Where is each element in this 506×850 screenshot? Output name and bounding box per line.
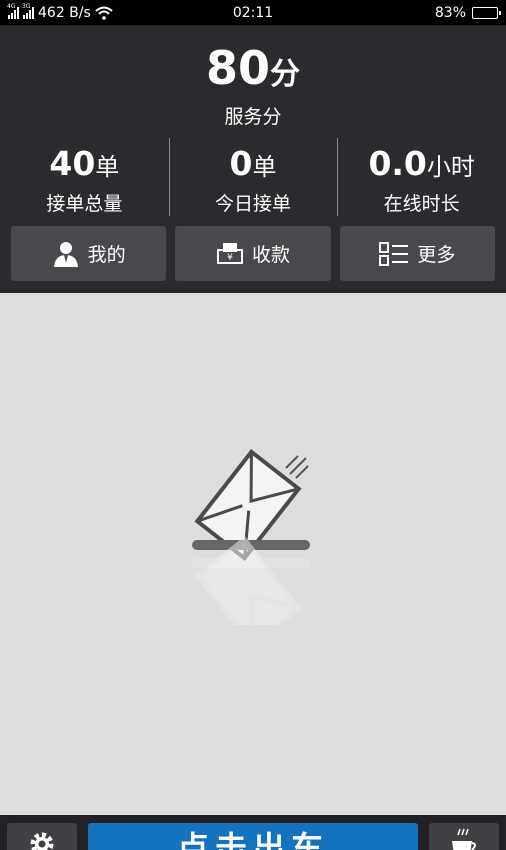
battery-icon xyxy=(472,6,501,19)
start-driving-button[interactable]: 点击出车 xyxy=(88,823,418,850)
network-type-1: 4G xyxy=(7,2,16,10)
stat-today-orders: 0单 今日接单 xyxy=(168,138,338,218)
settings-button[interactable] xyxy=(7,823,77,850)
user-icon xyxy=(53,241,78,267)
empty-mailbox-icon xyxy=(190,440,314,648)
network-speed: 462 B/s xyxy=(38,4,91,21)
list-icon xyxy=(379,241,409,266)
my-profile-label: 我的 xyxy=(87,244,126,266)
collect-payment-label: 收款 xyxy=(251,244,290,266)
network-type-2: 3G xyxy=(22,2,31,10)
stat-label: 今日接单 xyxy=(215,193,292,215)
my-profile-button[interactable]: 我的 xyxy=(11,226,167,281)
stat-label: 在线时长 xyxy=(383,193,460,215)
collect-payment-button[interactable]: ¥ 收款 xyxy=(175,226,331,281)
status-right: 83% xyxy=(434,4,501,21)
driver-dashboard-header: 80分 服务分 40单 接单总量 0单 今日接单 0.0小时 在线时长 我的 ¥… xyxy=(0,25,506,293)
start-driving-label: 点击出车 xyxy=(176,829,329,850)
stats-row: 40单 接单总量 0单 今日接单 0.0小时 在线时长 xyxy=(0,138,506,218)
stat-total-orders: 40单 接单总量 xyxy=(0,138,169,218)
take-break-button[interactable] xyxy=(429,823,499,850)
signal-strength-icon: 4G xyxy=(7,3,19,19)
stat-label: 接单总量 xyxy=(46,193,123,215)
bottom-bar: 点击出车 xyxy=(0,815,506,850)
stat-value: 0.0 xyxy=(368,144,427,183)
service-score-label: 服务分 xyxy=(224,106,282,128)
stat-unit: 单 xyxy=(252,153,277,181)
stat-unit: 小时 xyxy=(426,153,475,181)
svg-text:¥: ¥ xyxy=(227,253,233,263)
stat-value: 40 xyxy=(49,144,96,183)
service-score-unit: 分 xyxy=(270,57,300,92)
battery-percent: 83% xyxy=(434,4,466,21)
payment-icon: ¥ xyxy=(216,242,243,264)
header-buttons: 我的 ¥ 收款 更多 xyxy=(11,226,495,281)
service-score: 80分 xyxy=(0,41,506,95)
stat-value: 0 xyxy=(229,144,253,183)
signal-strength-icon-2: 3G xyxy=(22,3,34,19)
status-left: 4G 3G 462 B/s xyxy=(7,3,208,21)
wifi-icon xyxy=(95,6,113,20)
status-bar: 4G 3G 462 B/s 02:11 83% xyxy=(0,0,506,25)
stat-online-hours: 0.0小时 在线时长 xyxy=(337,138,506,218)
stat-unit: 单 xyxy=(95,153,120,181)
gear-icon xyxy=(30,832,54,850)
more-label: 更多 xyxy=(417,244,456,266)
coffee-cup-icon xyxy=(452,828,476,850)
more-button[interactable]: 更多 xyxy=(339,226,495,281)
service-score-value: 80 xyxy=(205,41,270,95)
